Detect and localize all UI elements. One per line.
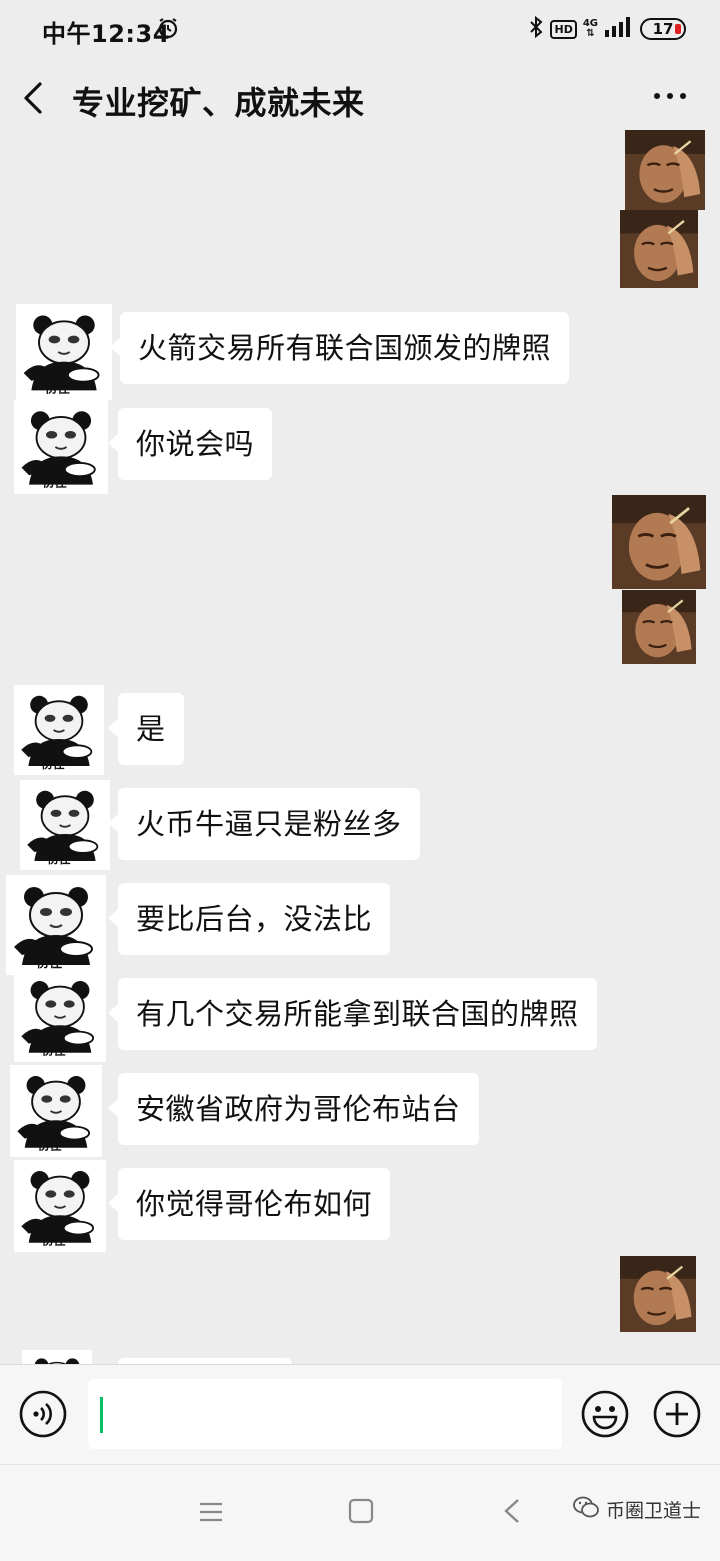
emoji-button[interactable] — [581, 1390, 629, 1442]
status-bar: 中午12:34 HD 4G ⇅ 17 — [0, 0, 720, 56]
bluetooth-icon — [528, 15, 544, 43]
hd-badge: HD — [550, 19, 577, 39]
signal-icon — [604, 16, 634, 42]
sender-avatar[interactable] — [620, 210, 698, 288]
network-indicator: 4G ⇅ — [583, 19, 598, 39]
more-functions-button[interactable] — [653, 1390, 701, 1442]
contact-avatar[interactable]: 愣住 — [14, 400, 108, 494]
sender-avatar[interactable] — [625, 130, 705, 210]
chat-title: 专业挖矿、成就未来 — [72, 84, 365, 122]
svg-text:愣住: 愣住 — [38, 1138, 62, 1153]
contact-avatar[interactable]: 愣住 — [16, 304, 112, 400]
contact-avatar[interactable]: 愣住 — [10, 1065, 102, 1157]
svg-text:愣住: 愣住 — [42, 1233, 66, 1248]
svg-text:愣住: 愣住 — [42, 1043, 66, 1058]
message-input[interactable] — [88, 1379, 562, 1449]
svg-text:愣住: 愣住 — [36, 955, 62, 971]
contact-avatar[interactable]: 愣住 — [22, 1350, 92, 1364]
battery-icon: 17 — [640, 18, 686, 40]
chat-header: 专业挖矿、成就未来 — [0, 56, 720, 140]
data-arrows-icon: ⇅ — [586, 28, 595, 39]
dot-icon — [654, 93, 660, 99]
message-bubble[interactable]: 是 — [108, 693, 184, 765]
message-bubble[interactable]: 火箭交易所有联合国颁发的牌照 — [109, 312, 570, 384]
message-bubble[interactable]: 有几个交易所能拿到联合国的牌照 — [108, 978, 597, 1050]
sender-avatar[interactable] — [612, 495, 706, 589]
status-time: 中午12:34 — [42, 20, 170, 48]
back-button[interactable] — [20, 80, 48, 120]
dot-icon — [667, 93, 673, 99]
svg-text:愣住: 愣住 — [47, 852, 71, 866]
contact-avatar[interactable]: 愣住 — [14, 970, 106, 1062]
message-bubble[interactable]: 要比后台，没法比 — [107, 883, 391, 955]
message-bubble[interactable]: 火币牛逼只是粉丝多 — [108, 788, 420, 860]
wechat-logo-icon — [572, 1495, 600, 1524]
status-indicators: HD 4G ⇅ 17 — [528, 12, 686, 46]
svg-text:愣住: 愣住 — [42, 474, 67, 489]
battery-level: 17 — [652, 20, 674, 38]
contact-avatar[interactable]: 愣住 — [6, 875, 106, 975]
message-bubble[interactable]: 你说会吗 — [107, 408, 273, 480]
dot-icon — [680, 93, 686, 99]
more-options-button[interactable] — [654, 93, 686, 99]
nav-back-button[interactable] — [502, 1497, 522, 1529]
watermark: 币圈卫道士 — [572, 1495, 701, 1524]
recent-apps-button[interactable] — [198, 1501, 224, 1527]
message-list: 我就一个矿机挖算了现在那些交易所个个被查愣住火箭交易所有联合国颁发的牌照愣住你说… — [0, 130, 720, 1364]
home-button[interactable] — [348, 1498, 374, 1528]
message-bubble[interactable]: 你觉得哥伦布如何 — [107, 1168, 391, 1240]
svg-text:愣住: 愣住 — [45, 380, 70, 395]
system-nav-bar: 币圈卫道士 — [0, 1464, 720, 1561]
svg-text:愣住: 愣住 — [41, 757, 65, 771]
text-caret — [100, 1397, 103, 1433]
sender-avatar[interactable] — [620, 1256, 696, 1332]
watermark-text: 币圈卫道士 — [606, 1500, 702, 1522]
sender-avatar[interactable] — [622, 590, 696, 664]
contact-avatar[interactable]: 愣住 — [14, 685, 104, 775]
contact-avatar[interactable]: 愣住 — [14, 1160, 106, 1252]
contact-avatar[interactable]: 愣住 — [20, 780, 110, 870]
message-bubble[interactable]: 安徽省政府为哥伦布站台 — [108, 1073, 479, 1145]
alarm-icon — [156, 16, 180, 44]
input-bar — [0, 1364, 720, 1465]
voice-button[interactable] — [19, 1390, 67, 1442]
